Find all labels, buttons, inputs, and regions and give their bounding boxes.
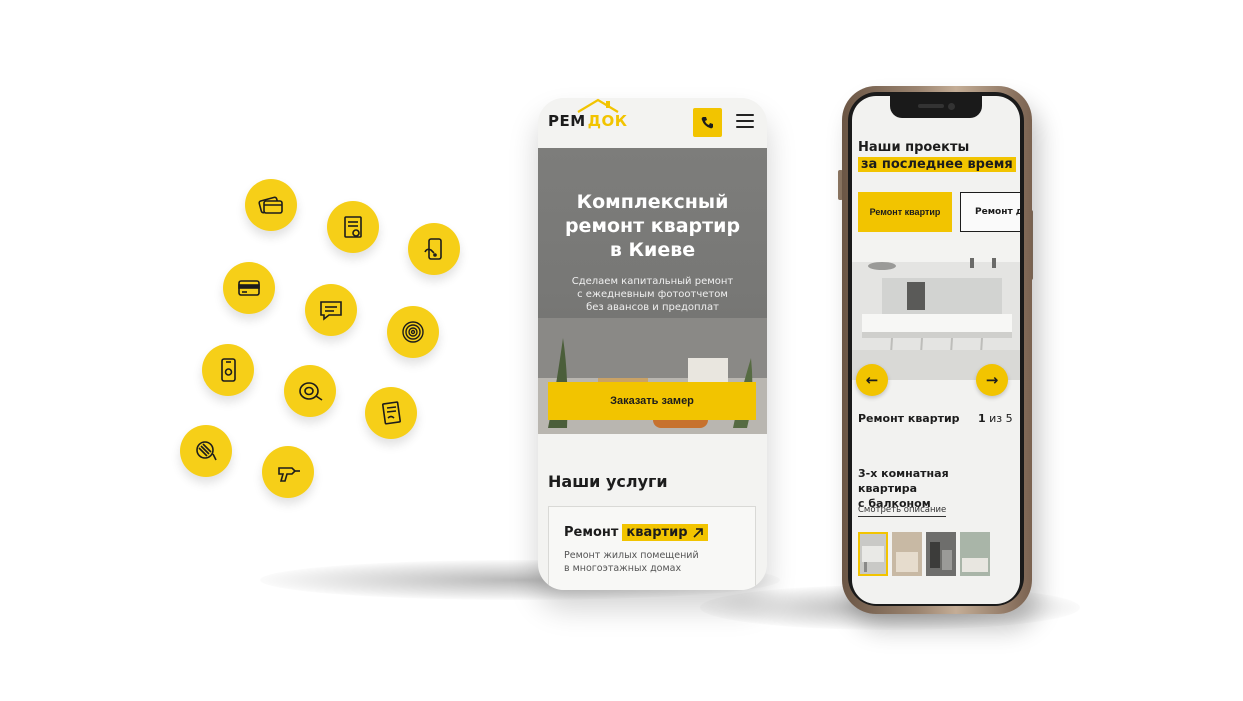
thumbnail[interactable] — [892, 532, 922, 576]
service-desc-line: Ремонт жилых помещений — [564, 550, 699, 561]
service-card-title: Ремонт квартир — [564, 524, 708, 541]
speaker-icon — [918, 104, 944, 108]
arrow-right-icon: → — [985, 371, 999, 389]
service-card[interactable]: Ремонт квартир Ремонт жилых помещений в … — [548, 506, 756, 590]
thumbnail[interactable] — [926, 532, 956, 576]
hamburger-menu-icon[interactable] — [736, 114, 754, 128]
roller-icon — [180, 425, 232, 477]
phone-icon — [701, 116, 713, 128]
apartment-title-line: 3-х комнатная квартира — [858, 467, 949, 495]
logo-prefix: РЕМ — [548, 112, 586, 130]
service-title-highlight-text: квартир — [626, 525, 688, 540]
hero-title-line: ремонт квартир — [564, 215, 741, 237]
site-logo[interactable]: РЕМ ДОК — [548, 112, 628, 130]
tab-apartment-renovation[interactable]: Ремонт квартир — [858, 192, 952, 232]
view-description-link[interactable]: Смотреть описание — [858, 505, 947, 517]
credit-card-icon — [223, 262, 275, 314]
hero-title: Комплексный ремонт квартир в Киеве — [538, 190, 767, 262]
thumbnail[interactable] — [960, 532, 990, 576]
right-phone-frame: Наши проекты за последнее время Ремонт к… — [842, 86, 1032, 614]
logo-suffix: ДОК — [587, 112, 628, 130]
projects-title: Наши проекты — [858, 140, 970, 155]
tab-house-renovation[interactable]: Ремонт д — [960, 192, 1020, 232]
service-title-plain: Ремонт — [564, 525, 619, 540]
thumbnail[interactable] — [858, 532, 888, 576]
hero-subtitle-line: Сделаем капитальный ремонт — [571, 276, 734, 287]
hero-title-line: в Киеве — [609, 239, 696, 261]
site-header: РЕМ ДОК — [538, 98, 767, 148]
right-phone-screen: Наши проекты за последнее время Ремонт к… — [852, 96, 1020, 604]
arrow-up-right-icon — [692, 527, 703, 538]
slide-current: 1 — [978, 412, 986, 425]
cards-icon — [245, 179, 297, 231]
tape-measure-icon — [284, 365, 336, 417]
document-stamp-icon — [327, 201, 379, 253]
phone-notch — [890, 96, 982, 118]
order-measurement-button[interactable]: Заказать замер — [548, 382, 756, 420]
mockup-stage: РЕМ ДОК Комплексный ремонт квартир в Кие… — [0, 0, 1243, 701]
call-button[interactable] — [693, 108, 722, 137]
slide-total: из 5 — [985, 412, 1013, 425]
drill-icon — [262, 446, 314, 498]
service-card-description: Ремонт жилых помещений в многоэтажных до… — [564, 549, 744, 575]
hero-subtitle-line: с ежедневным фотоотчетом — [577, 289, 728, 300]
left-phone-screen: РЕМ ДОК Комплексный ремонт квартир в Кие… — [538, 98, 767, 590]
hero-subtitle-line: без авансов и предоплат — [586, 302, 719, 313]
target-spiral-icon — [387, 306, 439, 358]
project-photo[interactable] — [852, 240, 1020, 380]
hero-subtitle: Сделаем капитальный ремонт с ежедневным … — [538, 275, 767, 314]
arrow-left-icon: ← — [865, 371, 879, 389]
camera-icon — [948, 103, 955, 110]
smartphone-icon — [202, 344, 254, 396]
prev-slide-button[interactable]: ← — [856, 364, 888, 396]
hero-section: Комплексный ремонт квартир в Киеве Сдела… — [538, 148, 767, 434]
next-slide-button[interactable]: → — [976, 364, 1008, 396]
projects-title-highlight: за последнее время — [858, 157, 1016, 172]
service-desc-line: в многоэтажных домах — [564, 563, 682, 574]
thumbnail-strip — [858, 532, 1020, 576]
services-heading: Наши услуги — [548, 472, 668, 491]
chat-message-icon — [305, 284, 357, 336]
service-title-highlight: квартир — [622, 524, 708, 541]
contract-icon — [365, 387, 417, 439]
phone-hand-icon — [408, 223, 460, 275]
project-category: Ремонт квартир — [858, 412, 960, 425]
slide-counter: 1 из 5 — [978, 412, 1013, 425]
hero-title-line: Комплексный — [576, 191, 729, 213]
